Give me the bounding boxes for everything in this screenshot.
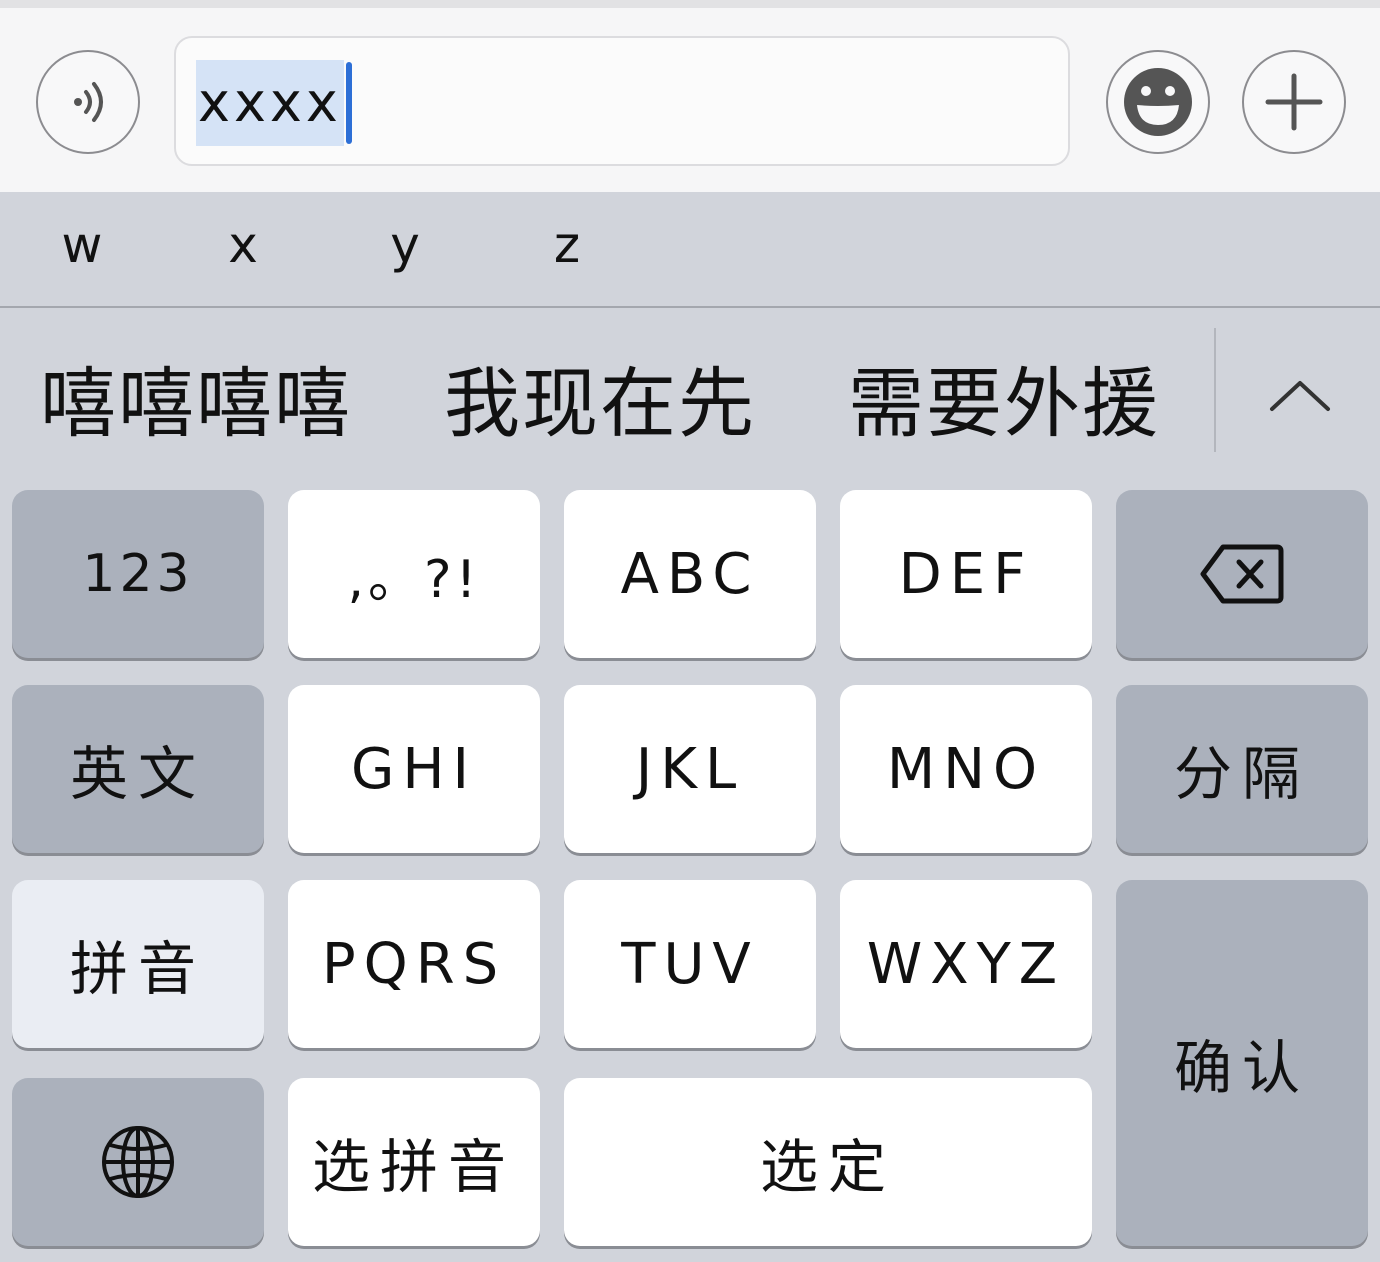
key-english[interactable]: 英文	[12, 685, 264, 853]
input-bar: xxxx	[0, 0, 1380, 192]
globe-key[interactable]	[12, 1078, 264, 1246]
key-label: 123	[82, 544, 194, 604]
key-label: MNO	[886, 736, 1046, 802]
key-label: ,。?!	[347, 549, 481, 610]
key-def[interactable]: DEF	[840, 490, 1092, 658]
key-label: 英文	[69, 740, 206, 808]
voice-button[interactable]	[36, 50, 140, 154]
emoji-button[interactable]	[1106, 50, 1210, 154]
key-punctuation[interactable]: ,。?!	[288, 490, 540, 658]
pinyin-letter[interactable]: x	[203, 216, 283, 274]
key-tuv[interactable]: TUV	[564, 880, 816, 1048]
key-123[interactable]: 123	[12, 490, 264, 658]
key-separate[interactable]: 分隔	[1116, 685, 1368, 853]
pinyin-letter[interactable]: z	[527, 216, 607, 274]
message-input[interactable]: xxxx	[174, 36, 1070, 166]
key-label: 拼音	[69, 935, 206, 1003]
key-jkl[interactable]: JKL	[564, 685, 816, 853]
key-label: TUV	[621, 931, 759, 997]
candidate-divider	[1214, 328, 1216, 452]
key-abc[interactable]: ABC	[564, 490, 816, 658]
plus-button[interactable]	[1242, 50, 1346, 154]
key-pqrs[interactable]: PQRS	[288, 880, 540, 1048]
key-label: GHI	[350, 736, 478, 802]
key-label: 选拼音	[311, 1133, 516, 1201]
text-caret	[346, 62, 352, 144]
key-label: DEF	[898, 541, 1034, 607]
emoji-icon	[1124, 68, 1192, 136]
candidate-word[interactable]: 我现在先	[444, 356, 756, 452]
pinyin-letter[interactable]: w	[42, 216, 122, 274]
input-value: xxxx	[196, 60, 344, 146]
key-label: 选定	[759, 1133, 896, 1201]
globe-icon	[102, 1126, 174, 1198]
key-label: WXYZ	[866, 931, 1066, 997]
key-label: PQRS	[321, 931, 507, 997]
key-pinyin[interactable]: 拼音	[12, 880, 264, 1048]
candidate-word[interactable]: 嘻嘻嘻嘻	[40, 356, 352, 452]
key-choose-pinyin[interactable]: 选拼音	[288, 1078, 540, 1246]
key-select[interactable]: 选定	[564, 1078, 1092, 1246]
candidate-bar: 嘻嘻嘻嘻 我现在先 需要外援	[0, 310, 1380, 480]
plus-icon	[1265, 73, 1323, 131]
key-label: 分隔	[1173, 740, 1310, 808]
key-wxyz[interactable]: WXYZ	[840, 880, 1092, 1048]
key-mno[interactable]: MNO	[840, 685, 1092, 853]
key-label: JKL	[635, 736, 745, 802]
chevron-up-icon	[1270, 381, 1330, 411]
key-label: ABC	[620, 541, 760, 607]
backspace-icon	[1200, 544, 1284, 604]
pinyin-letter[interactable]: y	[365, 216, 445, 274]
pinyin-letter-row: w x y z	[0, 192, 1380, 308]
expand-candidates-button[interactable]	[1250, 350, 1350, 440]
key-ghi[interactable]: GHI	[288, 685, 540, 853]
backspace-key[interactable]	[1116, 490, 1368, 658]
voice-icon	[74, 82, 103, 122]
candidate-word[interactable]: 需要外援	[848, 356, 1160, 452]
key-confirm[interactable]: 确认	[1116, 880, 1368, 1246]
key-label: 确认	[1173, 1034, 1310, 1102]
